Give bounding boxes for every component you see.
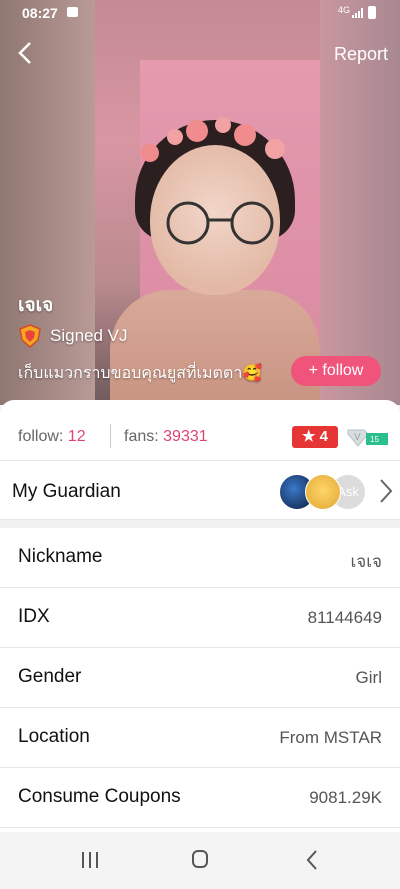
- detail-key: Nickname: [18, 546, 103, 567]
- message-icon: [67, 7, 78, 17]
- person-body: [110, 290, 320, 405]
- flower-crown-graphic: [141, 117, 285, 162]
- follow-value: 12: [67, 428, 86, 445]
- vip-badge: V 15: [347, 429, 388, 447]
- my-guardian-row[interactable]: My Guardian Ask: [0, 461, 400, 520]
- vj-name: เจเจ: [18, 295, 54, 316]
- vip-level: 15: [370, 435, 379, 444]
- detail-row-consume-coupons: Consume Coupons 9081.29K: [0, 768, 400, 828]
- network-type: 4G: [338, 5, 351, 15]
- detail-row-nickname: Nickname เจเจ: [0, 528, 400, 588]
- home-icon[interactable]: [192, 850, 208, 868]
- shield-icon: [19, 324, 41, 348]
- system-nav-bar: [0, 832, 400, 889]
- detail-value: เจเจ: [350, 552, 382, 571]
- detail-key: IDX: [18, 606, 50, 627]
- profile-bio: เก็บแมวกราบขอบคุณยูสที่เมตตา🥰: [18, 365, 263, 382]
- fans-label: fans:: [124, 428, 164, 445]
- detail-value: Girl: [355, 668, 382, 687]
- detail-row-gender: Gender Girl: [0, 648, 400, 708]
- fans-value: 39331: [163, 428, 208, 445]
- detail-key: Gender: [18, 666, 82, 687]
- detail-row-location: Location From MSTAR: [0, 708, 400, 768]
- chevron-left-icon: [18, 42, 31, 64]
- detail-value: 81144649: [307, 608, 382, 627]
- back-button[interactable]: [10, 38, 40, 68]
- detail-row-idx: IDX 81144649: [0, 588, 400, 648]
- level-badge: ★ 4: [292, 426, 338, 448]
- guardian-avatar: [305, 474, 341, 510]
- detail-key: Consume Coupons: [18, 786, 181, 807]
- signed-vj-text: Signed VJ: [50, 326, 128, 345]
- signal-icon: [352, 8, 363, 18]
- detail-value: 9081.29K: [309, 788, 382, 807]
- status-bar: 08:27 4G: [0, 0, 400, 26]
- fans-count[interactable]: fans: 39331: [124, 428, 208, 446]
- status-time: 08:27: [22, 5, 58, 21]
- stats-divider: [110, 424, 111, 448]
- glasses-graphic: [166, 201, 274, 245]
- guardian-label: My Guardian: [12, 481, 121, 502]
- battery-icon: [368, 6, 376, 19]
- detail-value: From MSTAR: [279, 728, 382, 747]
- chevron-right-icon: [380, 479, 393, 503]
- vip-label: V: [354, 432, 361, 443]
- follow-label: follow:: [18, 428, 68, 445]
- report-button[interactable]: Report: [334, 44, 388, 65]
- recent-apps-icon[interactable]: [80, 852, 100, 868]
- profile-info-card: follow: 12 fans: 39331 ★ 4 V 15 My Guard…: [0, 400, 400, 832]
- section-separator: [0, 520, 400, 528]
- detail-key: Location: [18, 726, 90, 747]
- signed-vj-label: Signed VJ: [18, 324, 128, 348]
- system-back-icon[interactable]: [305, 849, 319, 871]
- stats-row: follow: 12 fans: 39331 ★ 4 V 15: [0, 400, 400, 461]
- follow-count[interactable]: follow: 12: [18, 428, 86, 446]
- follow-button[interactable]: + follow: [291, 356, 381, 386]
